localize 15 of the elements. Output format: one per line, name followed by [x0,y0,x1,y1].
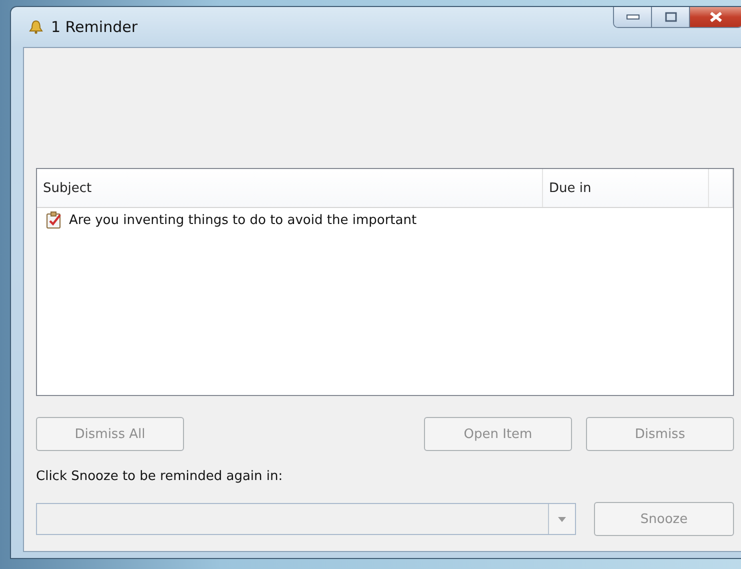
close-button[interactable] [690,7,741,27]
task-icon [45,211,63,229]
minimize-icon [626,14,640,20]
subject-cell: Are you inventing things to do to avoid the important [69,212,417,228]
maximize-button[interactable] [652,7,690,27]
minimize-button[interactable] [614,7,652,27]
column-header[interactable]: Due in [543,169,709,207]
column-header[interactable]: Subject [37,169,543,207]
dropdown-arrow-icon [558,516,566,522]
bell-icon [29,20,43,34]
snooze-label: Click Snooze to be reminded again in: [36,469,284,484]
close-icon [709,11,723,23]
maximize-icon [664,12,676,22]
window-title: 1 Reminder [51,18,138,36]
header-filler [709,169,733,207]
